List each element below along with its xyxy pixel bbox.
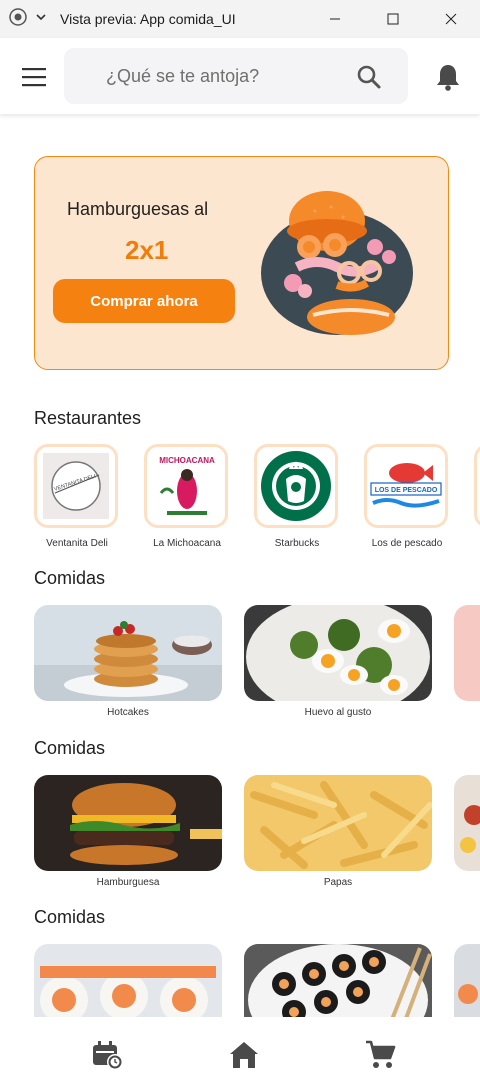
promo-subtitle: 2x1 xyxy=(125,235,169,265)
sushi-plate-image xyxy=(244,944,432,1018)
restaurant-item[interactable]: VENTANITA DELI Ventanita Deli xyxy=(34,444,120,549)
food-card[interactable] xyxy=(454,605,480,701)
hamburger-menu-icon[interactable] xyxy=(22,65,46,89)
food-card[interactable]: Hotcakes xyxy=(34,605,222,718)
food-image xyxy=(244,775,432,871)
food-card[interactable]: Huevo al gusto xyxy=(244,605,432,718)
food-image xyxy=(244,605,432,701)
window-titlebar: Vista previa: App comida_UI xyxy=(0,0,480,38)
food-image xyxy=(34,775,222,871)
bottom-navigation xyxy=(0,1017,480,1089)
chevron-down-icon[interactable] xyxy=(34,10,48,29)
promo-banner: Hamburguesas al 2x1 Comprar ahora xyxy=(34,156,449,370)
food-image xyxy=(454,775,480,871)
burger-illustration xyxy=(261,191,413,335)
app-record-icon[interactable] xyxy=(8,7,28,32)
buy-now-button[interactable]: Comprar ahora xyxy=(53,279,235,323)
restaurant-logo: MICHOACANA xyxy=(144,444,228,528)
restaurant-name: Ventanita Deli xyxy=(46,538,108,549)
los-de-pescado-logo: LOS DE PESCADO xyxy=(367,447,445,525)
restaurant-logo: LOS DE PESCADO xyxy=(364,444,448,528)
food-card[interactable]: Hamburguesa xyxy=(34,775,222,888)
sushi-image xyxy=(34,944,222,1018)
section-title-restaurants: Restaurantes xyxy=(34,408,142,428)
maximize-button[interactable] xyxy=(364,0,422,38)
svg-text:MICHOACANA: MICHOACANA xyxy=(159,456,215,465)
close-icon xyxy=(445,13,457,25)
fries-image xyxy=(244,775,432,871)
restaurant-item[interactable]: Starbucks xyxy=(254,444,340,549)
minimize-icon xyxy=(330,18,340,20)
restaurant-name: La Michoacana xyxy=(153,538,221,549)
section-title-foods: Comidas xyxy=(34,907,106,927)
promo-title: Hamburguesas al xyxy=(67,199,209,219)
food-image xyxy=(34,605,222,701)
search-icon[interactable] xyxy=(356,64,382,95)
restaurant-carousel[interactable]: VENTANITA DELI Ventanita Deli MICHOACANA… xyxy=(34,444,480,554)
la-michoacana-logo: MICHOACANA xyxy=(147,447,225,525)
restaurant-item[interactable]: LOS DE PESCADO Los de pescado xyxy=(364,444,450,549)
restaurant-logo: VENTANITA DELI xyxy=(34,444,118,528)
cart-icon[interactable] xyxy=(364,1039,396,1071)
food-card[interactable] xyxy=(454,944,480,1018)
search-input[interactable] xyxy=(106,65,346,87)
food-name: Hotcakes xyxy=(107,707,149,718)
restaurant-name: Los de pescado xyxy=(371,538,443,549)
food-image xyxy=(244,944,432,1018)
calendar-clock-icon[interactable] xyxy=(92,1039,124,1071)
food-image-partial xyxy=(454,775,480,871)
food-image xyxy=(454,944,480,1018)
food-image-partial xyxy=(454,944,480,1018)
burger-image xyxy=(34,775,222,871)
restaurant-logo xyxy=(254,444,338,528)
minimize-button[interactable] xyxy=(306,0,364,38)
restaurant-item[interactable]: MICHOACANA La Michoacana xyxy=(144,444,230,549)
home-icon[interactable] xyxy=(228,1039,260,1071)
food-carousel[interactable]: Hamburguesa Papas xyxy=(34,775,480,895)
restaurant-name: Starbucks xyxy=(274,538,320,549)
close-button[interactable] xyxy=(422,0,480,38)
search-bar xyxy=(64,48,408,104)
food-name: Huevo al gusto xyxy=(304,707,372,718)
svg-text:LOS DE PESCADO: LOS DE PESCADO xyxy=(375,487,438,494)
food-card[interactable] xyxy=(454,775,480,871)
hotcakes-image xyxy=(34,605,222,701)
eggs-image xyxy=(244,605,432,701)
food-carousel[interactable] xyxy=(34,944,480,1018)
food-card[interactable] xyxy=(244,944,432,1018)
ventanita-deli-logo: VENTANITA DELI xyxy=(43,453,109,519)
bell-icon[interactable] xyxy=(435,63,461,96)
maximize-icon xyxy=(387,13,399,25)
food-image xyxy=(454,605,480,701)
food-carousel[interactable]: Hotcakes Huevo al gusto xyxy=(34,605,480,725)
section-title-foods: Comidas xyxy=(34,568,106,588)
food-name: Papas xyxy=(323,877,353,888)
restaurant-logo xyxy=(474,444,480,528)
food-image-partial xyxy=(454,605,480,701)
food-card[interactable] xyxy=(34,944,222,1018)
food-image xyxy=(34,944,222,1018)
app-header xyxy=(0,38,480,114)
window-title: Vista previa: App comida_UI xyxy=(60,11,236,27)
food-card[interactable]: Papas xyxy=(244,775,432,888)
section-title-foods: Comidas xyxy=(34,738,106,758)
restaurant-item[interactable] xyxy=(474,444,480,528)
starbucks-logo xyxy=(261,451,331,521)
food-name: Hamburguesa xyxy=(96,877,160,888)
